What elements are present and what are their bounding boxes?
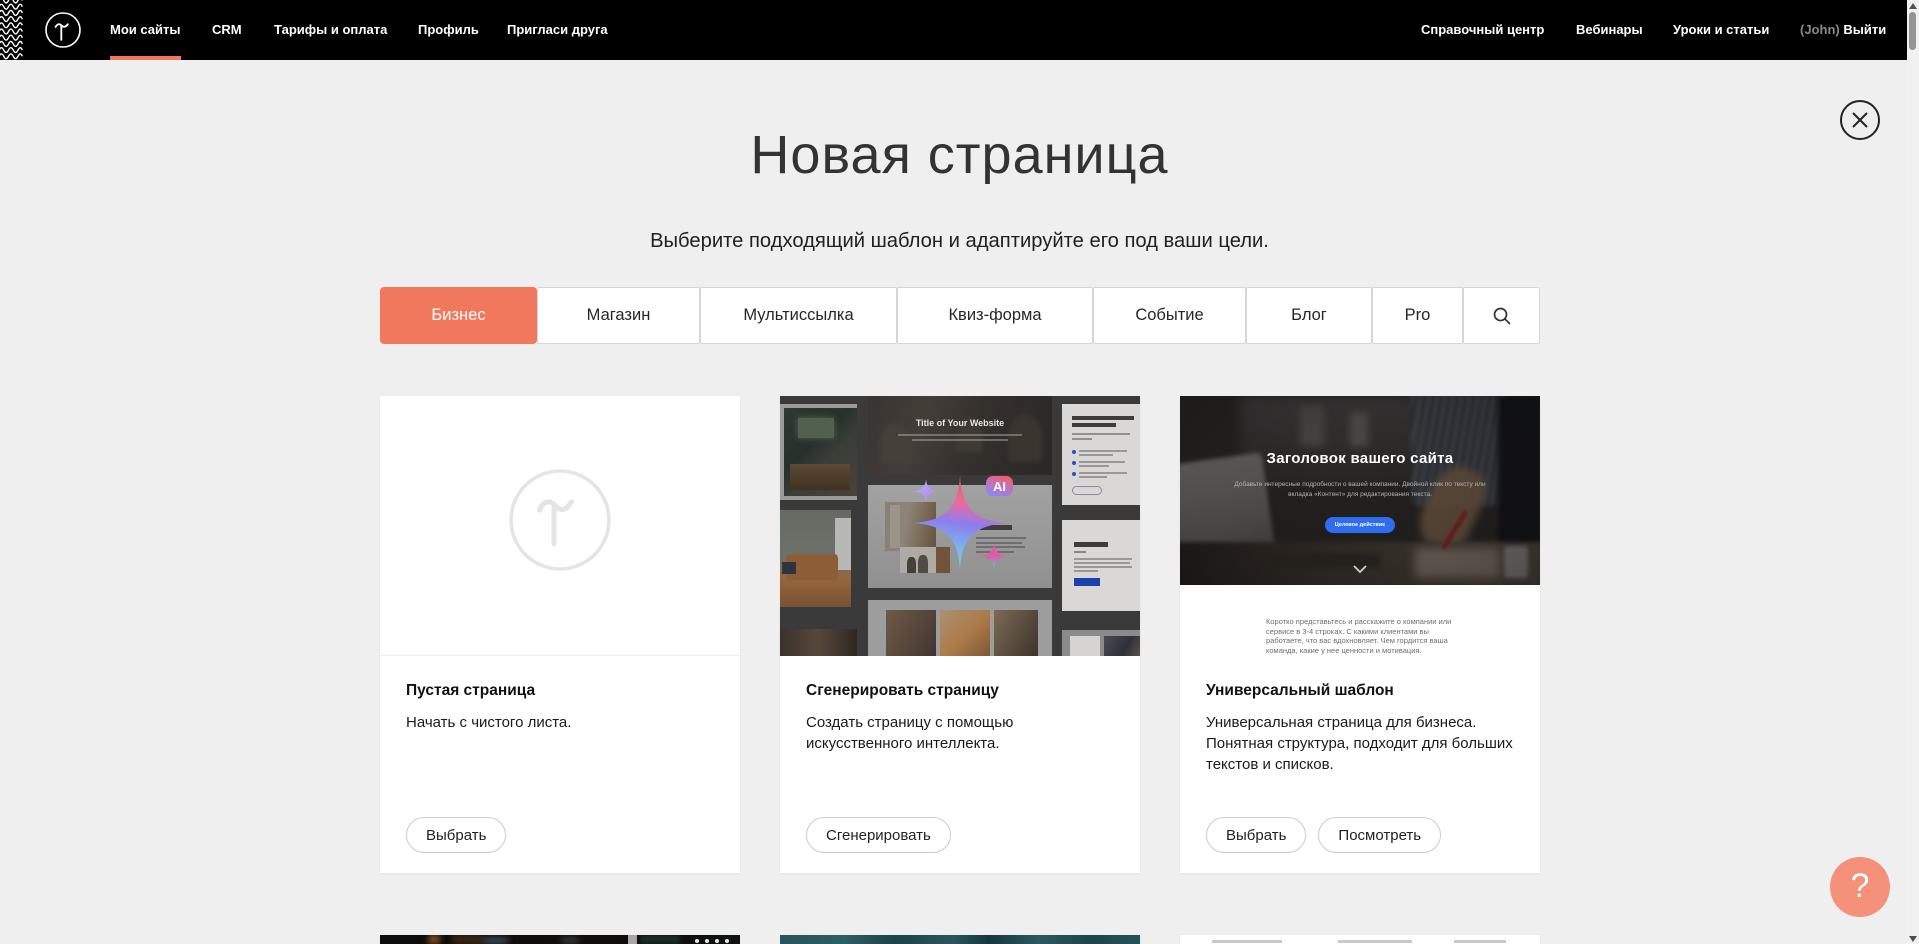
svg-text:AI: AI	[993, 479, 1006, 494]
